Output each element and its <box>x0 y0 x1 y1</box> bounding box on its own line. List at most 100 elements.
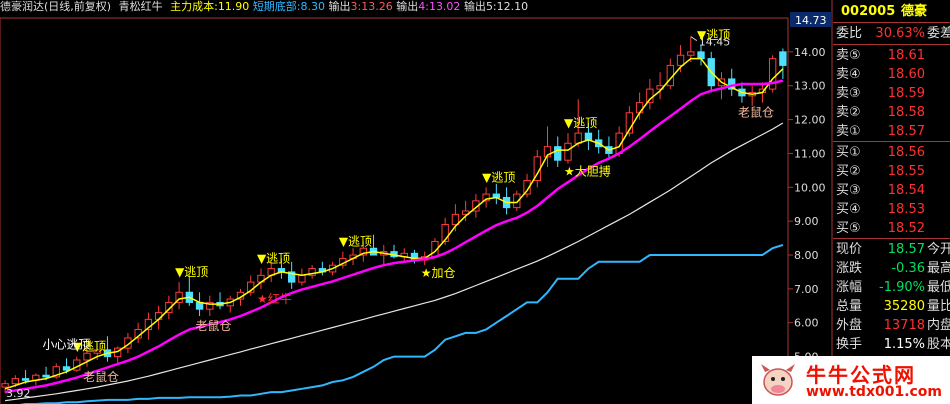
candle <box>574 132 582 144</box>
series-line-white <box>5 122 784 402</box>
series-line-yellow <box>4 57 784 390</box>
out1-value: 3:13.26 <box>350 0 393 13</box>
candle <box>768 58 777 90</box>
stat-row-extra: 内盘 <box>927 318 950 333</box>
candle <box>687 51 695 56</box>
quote-divider <box>833 22 950 23</box>
high-pointer <box>690 36 698 42</box>
candle <box>298 274 306 283</box>
annotation-bottom: 老鼠仓 <box>83 370 119 384</box>
sell-row-value: 18.60 <box>887 67 925 82</box>
weicha-label: 委差 <box>927 26 950 41</box>
annotation-top: ▼逃顶 <box>175 265 208 279</box>
buy-row: 买③ 18.54 <box>833 181 950 200</box>
sell-row-value: 18.61 <box>887 48 925 63</box>
sell-row-value: 18.57 <box>887 124 925 139</box>
stat-row-value: 1.15% <box>883 337 925 352</box>
candle <box>564 142 572 161</box>
sell-row-label: 卖① <box>836 124 861 139</box>
candle <box>11 378 20 385</box>
stat-row-label: 外盘 <box>836 318 863 333</box>
annotation-star-yellow: ★加仓 <box>421 266 456 280</box>
stat-row: 总量 35280 量比 <box>833 297 950 316</box>
out3: 输出5:12.10 <box>464 0 528 13</box>
stat-row-extra: 最高 <box>927 261 950 276</box>
watermark: 牛牛公式网 www.tdx001.com <box>752 356 950 404</box>
buy-row: 买② 18.55 <box>833 162 950 181</box>
series-line-magenta <box>4 79 784 394</box>
bottom-label: 短期底部:8.30 <box>253 0 325 13</box>
buy-row-value: 18.55 <box>887 164 925 179</box>
out2-value: 4:13.02 <box>418 0 461 13</box>
buy-row-label: 买⑤ <box>836 221 861 236</box>
quote-divider <box>833 238 950 239</box>
annotation-star-red: ★红牛 <box>257 291 292 306</box>
candle <box>697 51 705 60</box>
stat-row-value: 18.57 <box>887 242 925 257</box>
sell-row: 卖⑤ 18.61 <box>833 46 950 65</box>
out1-label: 输出 <box>328 0 351 13</box>
quote-divider <box>833 141 950 142</box>
quote-panel: 002005 德豪 委比 30.63% 委差 卖⑤ 18.61 卖④ 18.60 卖③ 1… <box>833 0 950 404</box>
weibi-value: 30.63% <box>875 26 925 41</box>
cost-value: 11.90 <box>217 0 250 13</box>
stat-row: 涨跌 -0.36 最高 <box>833 259 950 278</box>
buy-row-label: 买② <box>836 164 861 179</box>
y-tick-label: 11.00 <box>794 147 826 160</box>
candle <box>62 366 71 371</box>
sell-row: 卖② 18.58 <box>833 103 950 122</box>
candle <box>83 352 91 361</box>
buy-row-label: 买④ <box>836 202 861 217</box>
cost-label-text: 主力成本: <box>170 0 218 13</box>
annotation-top: ▼逃顶 <box>339 235 372 249</box>
candle <box>646 88 654 104</box>
stat-row-label: 现价 <box>836 242 863 257</box>
weibi-label: 委比 <box>836 26 863 41</box>
y-tick-label: 7.00 <box>794 283 819 296</box>
candle <box>779 51 787 66</box>
quote-code-row: 002005 德豪 <box>833 2 950 21</box>
out1: 输出3:13.26 <box>329 0 393 13</box>
bottom-label-text: 短期底部: <box>252 0 301 13</box>
quote-divider <box>833 44 950 45</box>
buy-row-value: 18.54 <box>887 183 925 198</box>
annotation-top: ▼逃顶 <box>564 116 597 130</box>
stat-row-value: 35280 <box>883 299 925 314</box>
top-value-label: 14.73 <box>795 14 827 27</box>
cow-logo-icon <box>761 364 795 396</box>
stock-code: 002005 <box>841 4 896 19</box>
indicator-name: 青松红牛 <box>118 0 163 13</box>
stock-short-name: 德豪 <box>901 4 928 19</box>
y-tick-label: 13.00 <box>794 80 826 93</box>
out2-label: 输出 <box>396 0 419 13</box>
stat-row-value: -0.36 <box>891 261 925 276</box>
candle <box>635 102 644 114</box>
stat-row-extra: 量比 <box>927 299 950 314</box>
y-tick-label: 9.00 <box>794 215 819 228</box>
sell-row: 卖④ 18.60 <box>833 65 950 84</box>
buy-row-value: 18.53 <box>887 202 925 217</box>
annotation-bottom: 老鼠仓 <box>738 106 774 120</box>
sell-row-value: 18.59 <box>887 86 925 101</box>
candle <box>21 378 30 381</box>
kline-chart[interactable]: 14.73 14.00 13.00 12.00 11.00 10.00 9.00 8.00 7.… <box>0 0 833 404</box>
y-tick-label: 10.00 <box>794 181 826 194</box>
out3-value: 5:12.10 <box>485 0 529 13</box>
buy-row: 买④ 18.53 <box>833 200 950 219</box>
min-price-label: 3.92 <box>6 387 31 400</box>
stock-name: 德豪润达(日线,前复权) <box>0 0 112 13</box>
buy-row-value: 18.52 <box>887 221 925 236</box>
candle <box>554 146 562 161</box>
stat-row-extra: 今开 <box>927 242 950 257</box>
stat-row-label: 总量 <box>836 299 863 314</box>
sell-row-value: 18.58 <box>887 105 925 120</box>
annotation-bottom: 老鼠仓 <box>196 319 232 333</box>
stat-row: 换手 1.15% 股本 <box>833 335 950 354</box>
watermark-url: www.tdx001.com <box>806 384 943 400</box>
cost-label: 主力成本:11.90 <box>170 0 249 13</box>
annotation-top: ▼逃顶 <box>257 252 290 266</box>
sell-row-label: 卖③ <box>836 86 861 101</box>
sell-row-label: 卖② <box>836 105 861 120</box>
candle <box>42 374 50 378</box>
y-tick-label: 12.00 <box>794 114 826 127</box>
